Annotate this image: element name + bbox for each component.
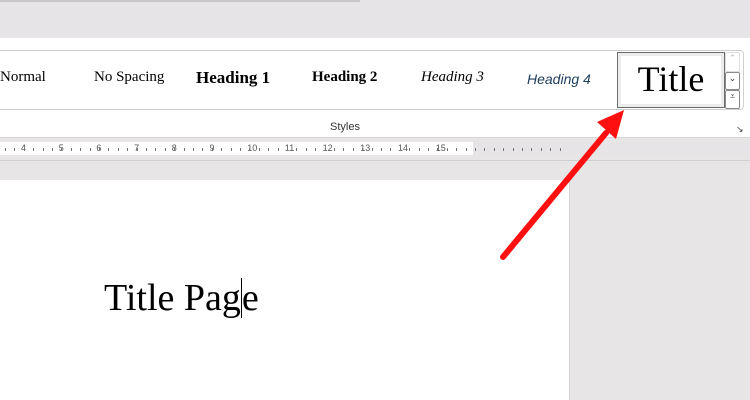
annotation-arrow-icon xyxy=(500,110,624,260)
